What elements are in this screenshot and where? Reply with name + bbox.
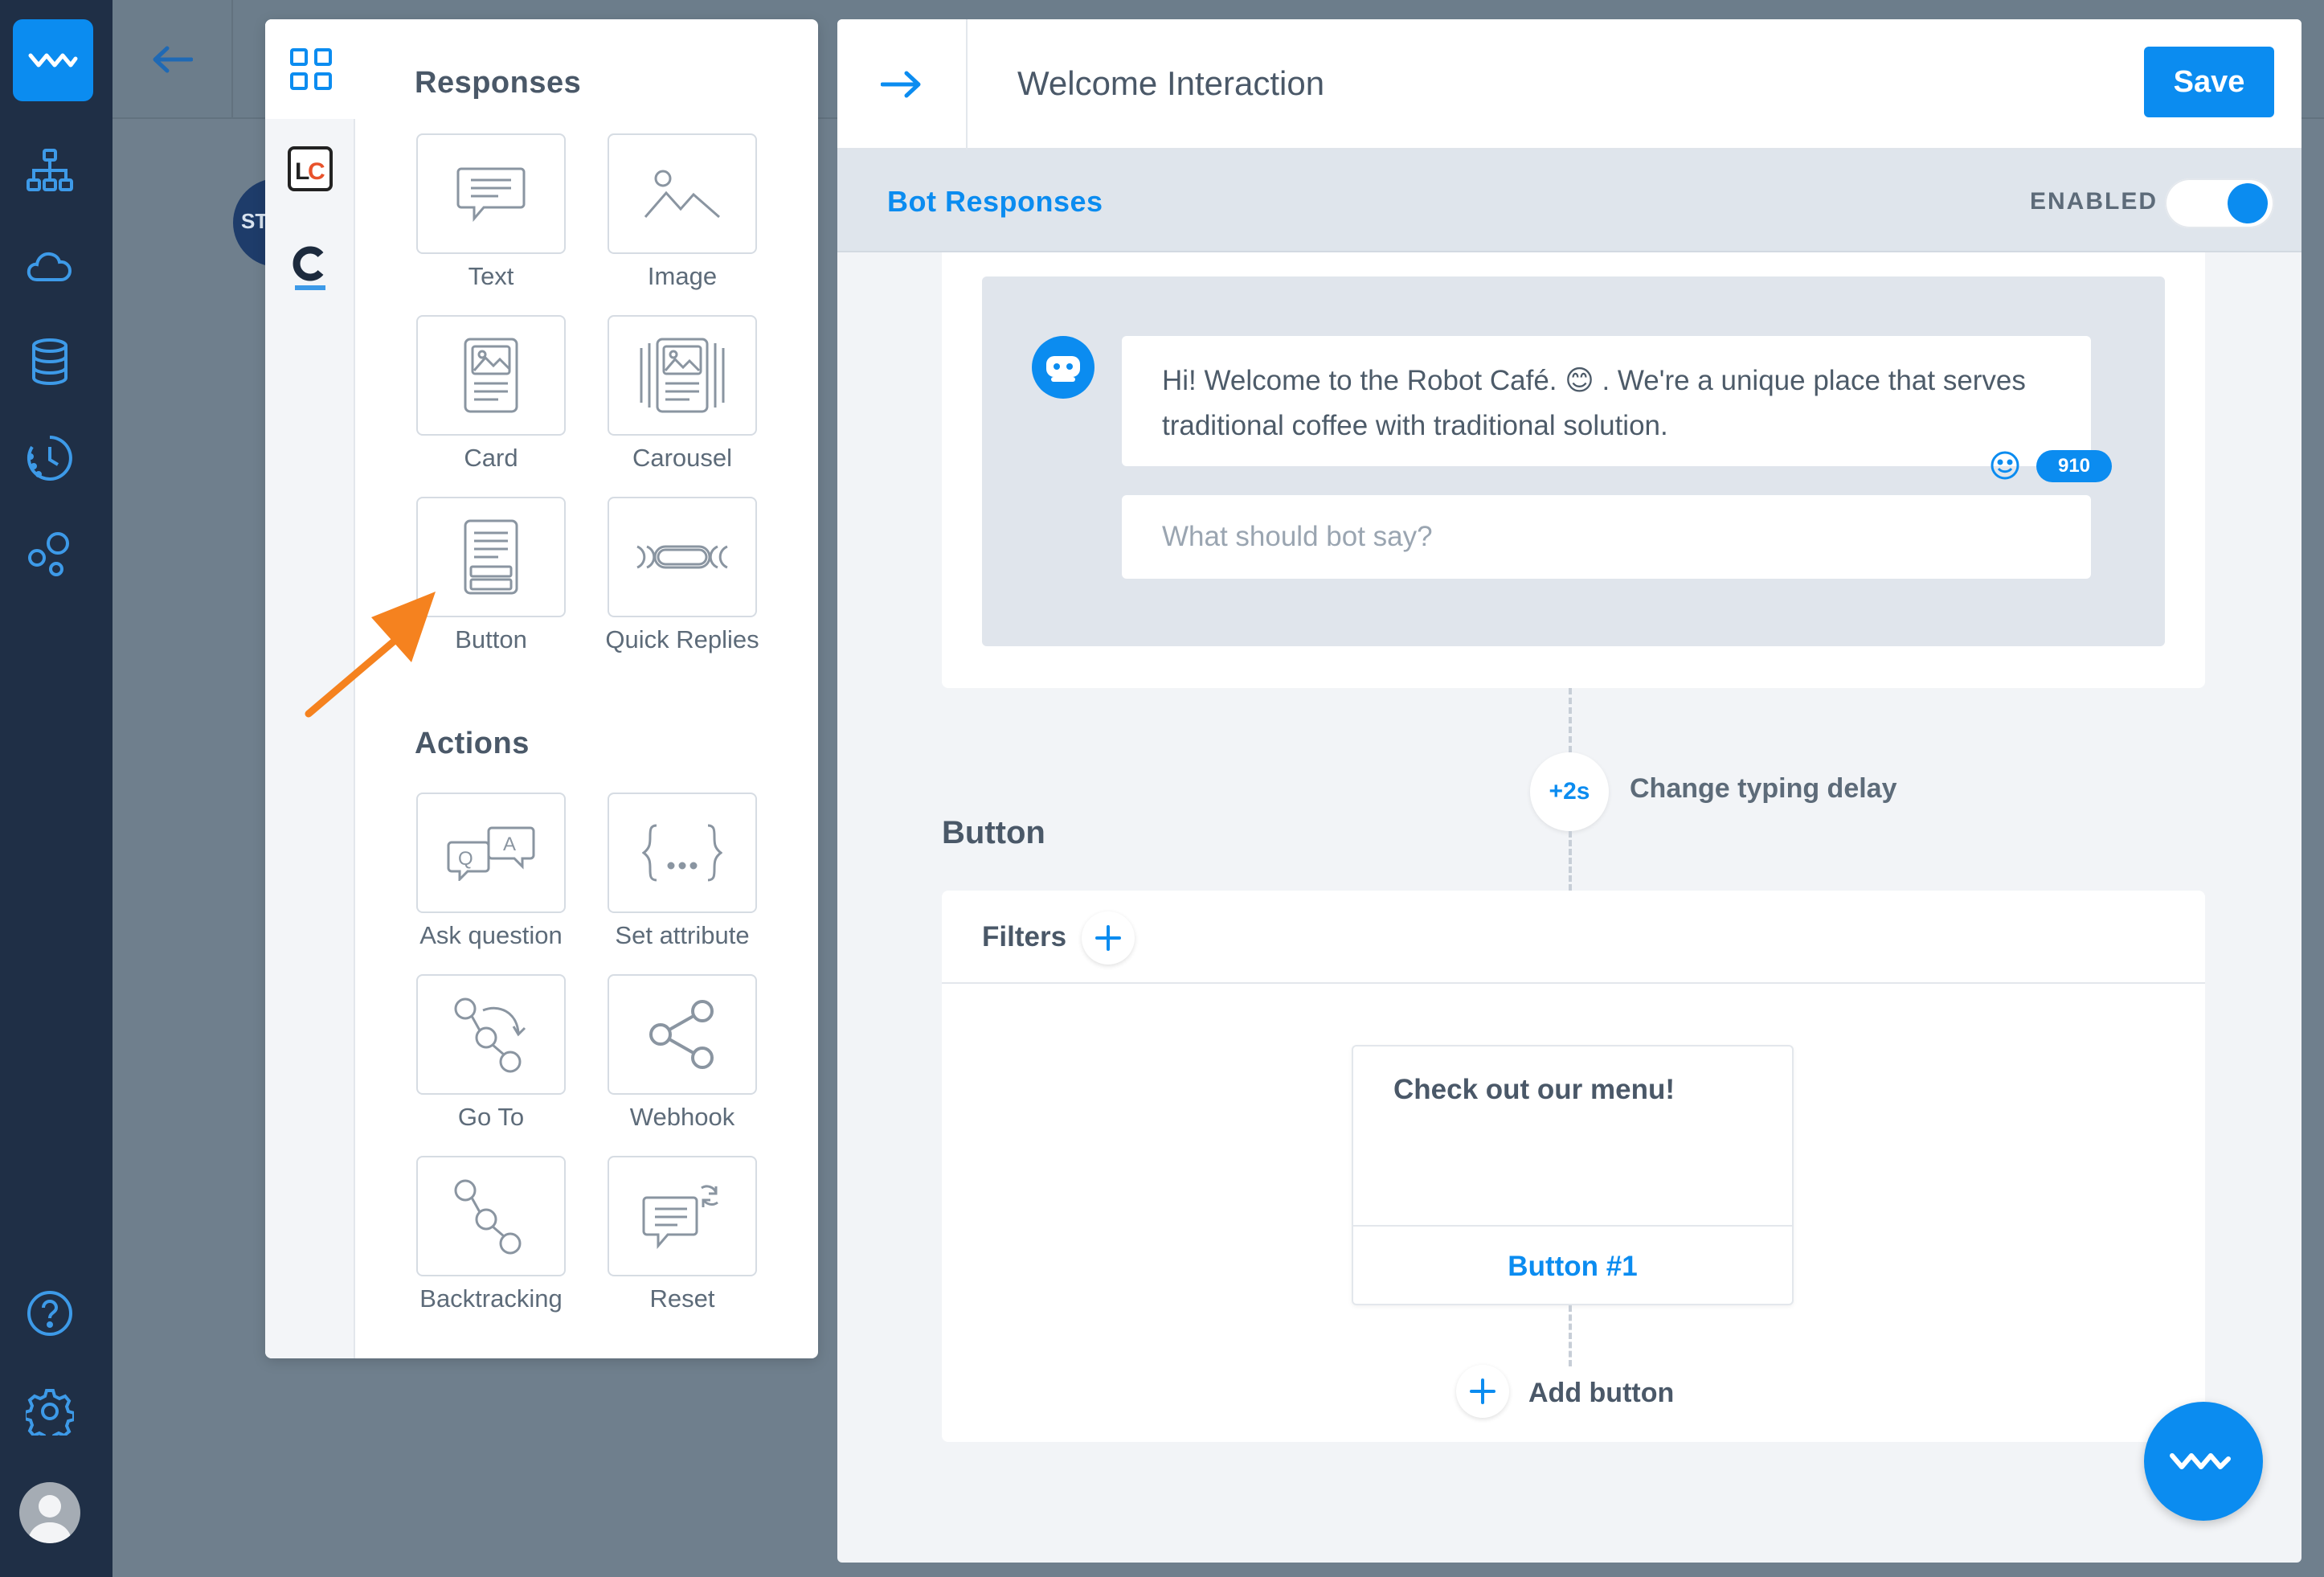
- grid-icon[interactable]: [265, 19, 357, 119]
- card-icon: [416, 315, 566, 436]
- action-tile-backtracking[interactable]: Backtracking: [416, 1156, 608, 1313]
- button-item[interactable]: Button #1: [1353, 1225, 1792, 1305]
- database-icon[interactable]: [24, 336, 76, 387]
- add-filter-button[interactable]: [1082, 911, 1135, 965]
- braces-icon: [608, 793, 757, 913]
- response-tile-carousel[interactable]: Carousel: [608, 315, 799, 473]
- clock-icon[interactable]: [24, 432, 76, 484]
- enabled-toggle[interactable]: [2165, 178, 2274, 228]
- response-tile-card[interactable]: Card: [416, 315, 608, 473]
- bot-message-text[interactable]: Hi! Welcome to the Robot Café. 😊 . We're…: [1122, 336, 2091, 466]
- tile-label: Card: [464, 444, 518, 472]
- bot-responses-title: Bot Responses: [887, 185, 1103, 218]
- connector-line: [1569, 688, 1572, 752]
- action-tile-set-attribute[interactable]: Set attribute: [608, 793, 799, 950]
- new-message-input[interactable]: [1122, 495, 2091, 579]
- button-message-card[interactable]: Check out our menu! Button #1: [1352, 1045, 1794, 1305]
- connector-line: [1569, 831, 1572, 891]
- canvas-node-label: ST: [241, 209, 268, 233]
- svg-text:A: A: [503, 834, 516, 855]
- chat-widget-button[interactable]: [2144, 1402, 2263, 1521]
- sitemap-icon[interactable]: [24, 145, 76, 196]
- logo-wave-icon: [2170, 1453, 2231, 1469]
- response-tile-quick-replies[interactable]: Quick Replies: [605, 497, 799, 654]
- bot-responses-bar: Bot Responses ENABLED: [837, 150, 2301, 252]
- response-tile-text[interactable]: Text: [416, 133, 608, 291]
- gear-icon[interactable]: [24, 1386, 76, 1437]
- bot-response-card: Hi! Welcome to the Robot Café. 😊 . We're…: [942, 252, 2205, 688]
- collapse-button[interactable]: [837, 19, 968, 150]
- c-icon[interactable]: [265, 219, 355, 318]
- button-block-title: Button: [942, 815, 1045, 850]
- action-tile-reset[interactable]: Reset: [608, 1156, 799, 1313]
- arrow-right-icon: [881, 71, 921, 98]
- interaction-title[interactable]: Welcome Interaction: [1017, 64, 1324, 103]
- text-icon: [416, 133, 566, 254]
- tile-label: Reset: [649, 1284, 715, 1313]
- tile-label: Backtracking: [419, 1284, 563, 1313]
- typing-delay-label[interactable]: Change typing delay: [1630, 773, 1897, 805]
- toggle-knob: [2228, 183, 2268, 223]
- add-button-label[interactable]: Add button: [1528, 1378, 1674, 1409]
- filters-label: Filters: [982, 921, 1067, 952]
- filters-bar: Filters: [942, 891, 2205, 984]
- actions-title: Actions: [415, 727, 530, 760]
- backtracking-icon: [416, 1156, 566, 1276]
- connector-line: [1569, 1305, 1572, 1366]
- add-button-button[interactable]: [1456, 1365, 1509, 1418]
- button-block-card: Filters Check out our menu! Button #1 Ad…: [942, 891, 2205, 1442]
- carousel-icon: [608, 315, 757, 436]
- action-tile-go-to[interactable]: Go To: [416, 974, 608, 1132]
- svg-text:C: C: [308, 158, 325, 185]
- reset-icon: [608, 1156, 757, 1276]
- lc-icon[interactable]: LC: [265, 119, 355, 219]
- bot-avatar-icon: [1032, 336, 1094, 399]
- avatar[interactable]: [19, 1482, 80, 1543]
- tile-label: Webhook: [629, 1103, 735, 1131]
- logo-icon[interactable]: [13, 19, 93, 101]
- tile-label: Go To: [457, 1103, 525, 1131]
- tile-label: Set attribute: [615, 921, 750, 949]
- tile-label: Image: [647, 262, 718, 290]
- arrow-left-icon: [153, 46, 193, 73]
- webhook-icon: [608, 974, 757, 1095]
- typing-delay-button[interactable]: +2s: [1530, 752, 1609, 831]
- qa-icon: QA: [416, 793, 566, 913]
- responses-title: Responses: [415, 66, 582, 100]
- response-tile-image[interactable]: Image: [608, 133, 799, 291]
- action-tile-ask-question[interactable]: QA Ask question: [416, 793, 608, 950]
- interaction-editor: Welcome Interaction Save Bot Responses E…: [837, 19, 2301, 1563]
- tile-label: Text: [468, 262, 514, 290]
- quick-replies-icon: [608, 497, 757, 617]
- app-sidebar: [0, 0, 113, 1577]
- svg-text:Q: Q: [458, 848, 473, 870]
- action-tile-webhook[interactable]: Webhook: [608, 974, 799, 1132]
- help-icon[interactable]: [24, 1288, 76, 1339]
- goto-icon: [416, 974, 566, 1095]
- tile-label: Quick Replies: [605, 625, 759, 653]
- plus-icon: [1470, 1378, 1495, 1404]
- image-icon: [608, 133, 757, 254]
- editor-header: Welcome Interaction Save: [837, 19, 2301, 150]
- cloud-icon[interactable]: [24, 241, 76, 293]
- back-button[interactable]: [113, 0, 233, 119]
- save-button[interactable]: Save: [2144, 47, 2274, 117]
- char-counter-badge: 910: [2036, 450, 2112, 482]
- plus-icon: [1095, 925, 1121, 951]
- bubbles-icon[interactable]: [24, 529, 76, 580]
- emoji-picker-icon[interactable]: [1988, 449, 2022, 482]
- enabled-label: ENABLED: [2030, 188, 2158, 215]
- annotation-arrow-icon: [305, 592, 436, 718]
- text-response-block: Hi! Welcome to the Robot Café. 😊 . We're…: [982, 276, 2165, 646]
- button-message-text[interactable]: Check out our menu!: [1393, 1074, 1675, 1106]
- tile-label: Ask question: [419, 921, 563, 949]
- tile-label: Carousel: [632, 444, 733, 472]
